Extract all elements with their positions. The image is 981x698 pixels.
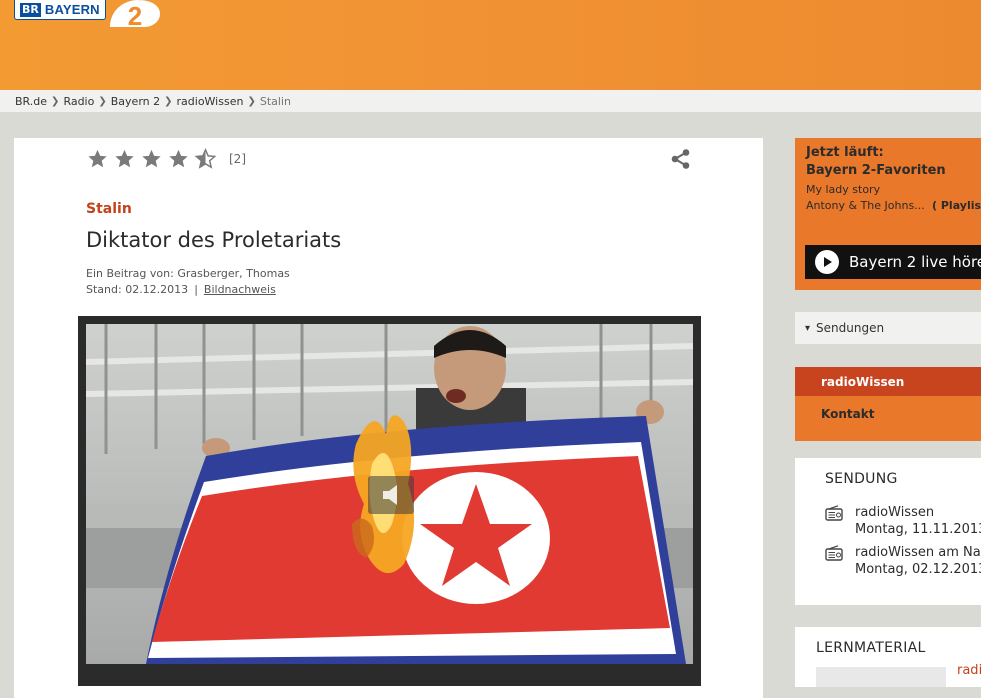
bayern2-logo[interactable]: BR BAYERN 2 [14, 0, 162, 27]
star-full-icon[interactable] [140, 148, 163, 170]
broadcast-date: Montag, 11.11.2013 u [855, 522, 981, 537]
broadcast-title[interactable]: radioWissen [855, 504, 981, 521]
broadcast-entry[interactable]: radioWissen Montag, 11.11.2013 u [825, 504, 981, 538]
date-line: Stand: 02.12.2013 | Bildnachweis [86, 282, 290, 298]
article-media-player[interactable] [78, 316, 701, 686]
br-logo: BR BAYERN [14, 0, 106, 20]
star-full-icon[interactable] [113, 148, 136, 170]
sidebar-item-kontakt[interactable]: Kontakt [821, 407, 874, 421]
article-card: [2] Stalin Diktator des Proletariats Ein… [14, 138, 763, 698]
share-icon[interactable] [670, 148, 692, 170]
sidebar-item-radiowissen[interactable]: radioWissen [795, 367, 981, 396]
bayern2-number-logo: 2 [109, 0, 160, 27]
author-line: Ein Beitrag von: Grasberger, Thomas [86, 267, 290, 280]
now-playing-box: Jetzt läuft: Bayern 2-Favoriten My lady … [795, 138, 981, 290]
sendung-panel: SENDUNG radioWissen Montag, 11.11.2013 u… [795, 458, 981, 605]
breadcrumb-item-brde[interactable]: BR.de [15, 95, 47, 108]
breadcrumb-item-radiowissen[interactable]: radioWissen [177, 95, 244, 108]
article-kicker: Stalin [86, 201, 132, 217]
chevron-right-icon: ❯ [247, 95, 256, 107]
lernmaterial-panel-title: LERNMATERIAL [816, 640, 926, 656]
lernmaterial-thumbnail[interactable] [816, 667, 946, 687]
star-rating[interactable]: [2] [86, 148, 246, 170]
radio-icon [825, 505, 843, 521]
now-playing-song: My lady story [806, 183, 881, 196]
rating-count: [2] [229, 152, 246, 166]
sound-toggle-button[interactable] [368, 476, 414, 514]
chevron-right-icon: ❯ [164, 95, 173, 107]
breadcrumb-item-bayern2[interactable]: Bayern 2 [111, 95, 160, 108]
breadcrumb-current: Stalin [259, 94, 291, 108]
broadcast-title[interactable]: radioWissen am Nac [855, 544, 981, 561]
site-header: BR BAYERN 2 [0, 0, 981, 90]
now-playing-label: Jetzt läuft: [806, 145, 884, 160]
br-logo-text: BAYERN [44, 2, 100, 17]
radio-icon [825, 545, 843, 561]
image-credits-link[interactable]: Bildnachweis [204, 283, 276, 296]
star-half-icon[interactable] [194, 148, 217, 170]
article-meta: Ein Beitrag von: Grasberger, Thomas Stan… [86, 266, 290, 298]
listen-live-button[interactable]: Bayern 2 live hören [805, 245, 981, 279]
speaker-icon [383, 485, 397, 505]
broadcast-entry[interactable]: radioWissen am Nac Montag, 02.12.2013 u [825, 544, 981, 578]
broadcast-date: Montag, 02.12.2013 u [855, 562, 981, 577]
play-icon [815, 250, 839, 274]
br-logo-mark: BR [20, 2, 41, 17]
meta-separator: | [194, 283, 198, 296]
chevron-down-icon: ▾ [805, 322, 811, 334]
sendung-panel-title: SENDUNG [825, 471, 898, 487]
now-playing-show[interactable]: Bayern 2-Favoriten [806, 163, 946, 178]
lernmaterial-panel: LERNMATERIAL radi [795, 627, 981, 687]
playlist-link[interactable]: ( Playlist [932, 199, 981, 212]
chevron-right-icon: ❯ [98, 95, 107, 107]
star-full-icon[interactable] [167, 148, 190, 170]
breadcrumb-item-radio[interactable]: Radio [63, 95, 94, 108]
article-title: Diktator des Proletariats [86, 228, 342, 252]
sendungen-toggle[interactable]: ▾ Sendungen [795, 312, 981, 344]
publish-date: Stand: 02.12.2013 [86, 283, 189, 296]
chevron-right-icon: ❯ [51, 95, 60, 107]
breadcrumb: BR.de ❯ Radio ❯ Bayern 2 ❯ radioWissen ❯… [0, 90, 981, 112]
sendungen-label: Sendungen [816, 321, 885, 335]
sidebar-nav: radioWissen Kontakt [795, 367, 981, 441]
now-playing-artist: Antony & The Johns... [806, 199, 925, 212]
svg-text:2: 2 [128, 1, 142, 27]
star-full-icon[interactable] [86, 148, 109, 170]
listen-live-label: Bayern 2 live hören [849, 253, 981, 271]
